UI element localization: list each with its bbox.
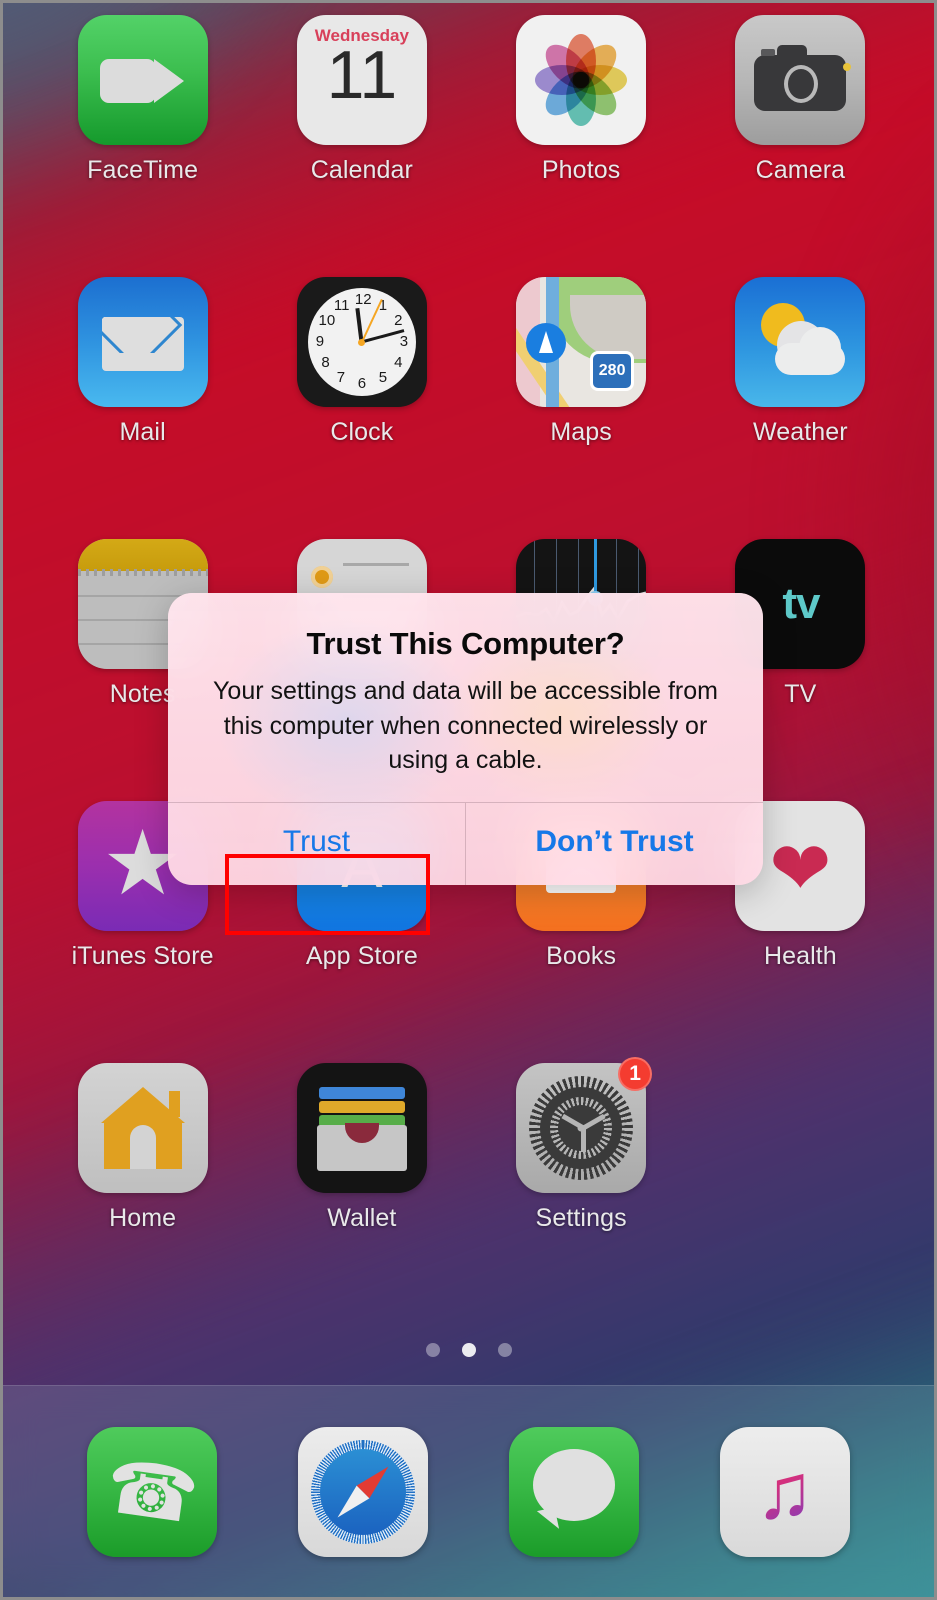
app-label: Photos [541,156,621,184]
app-label: Camera [755,156,846,184]
app-icon-wallet[interactable]: Wallet [252,1063,471,1233]
maps-route-shield: 280 [590,351,635,391]
clock-icon: 12 1 2 3 4 5 6 7 8 9 10 11 [296,277,427,407]
weather-icon [735,277,866,407]
app-icon-weather[interactable]: Weather [691,277,910,447]
dock-icon-safari[interactable] [298,1426,429,1557]
apple-tv-label: tv [782,579,820,628]
app-icon-settings[interactable]: 1 Settings [472,1057,691,1233]
dialog-button-trust[interactable]: Trust [168,803,465,885]
app-label: Books [546,942,617,970]
app-label: Maps [550,418,612,446]
app-icon-home[interactable]: Home [33,1063,252,1233]
notification-badge: 1 [618,1057,653,1091]
app-icon-maps[interactable]: 280 Maps [472,277,691,447]
app-label: Mail [119,418,166,446]
app-label: iTunes Store [71,942,214,970]
app-label: App Store [305,942,418,970]
page-dot-0[interactable] [425,1343,440,1357]
app-label: FaceTime [87,156,199,184]
dialog-button-dont-trust[interactable]: Don’t Trust [466,803,763,885]
page-dots[interactable] [3,1343,934,1357]
app-icon-camera[interactable]: Camera [691,15,910,185]
app-label: Weather [753,418,848,446]
photos-icon [516,15,647,145]
page-dot-1[interactable] [461,1343,476,1357]
home-icon [77,1063,208,1193]
app-label: Home [109,1204,177,1232]
app-label: Wallet [327,1204,397,1232]
maps-icon: 280 [516,277,647,407]
app-icon-photos[interactable]: Photos [472,15,691,185]
app-label: Health [763,942,837,970]
app-icon-mail[interactable]: Mail [33,277,252,447]
camera-icon [735,15,866,145]
app-icon-clock[interactable]: 12 1 2 3 4 5 6 7 8 9 10 11 Clock [252,277,471,447]
app-icon-facetime[interactable]: FaceTime [33,15,252,185]
app-label: Calendar [310,156,413,184]
mail-icon [77,277,208,407]
facetime-icon [77,15,208,145]
iphone-home-screen: FaceTime Wednesday 11 Calendar Photos Camera M… [0,0,937,1600]
dialog-content: Trust This Computer? Your settings and d… [168,593,763,802]
dialog-title: Trust This Computer? [306,626,625,661]
dialog-message: Your settings and data will be accessibl… [213,677,718,774]
dock: ☎ ♫ [3,1385,934,1597]
calendar-day: 11 [326,37,398,113]
calendar-icon: Wednesday 11 [296,15,427,145]
app-label: Clock [330,418,394,446]
app-label: TV [784,680,817,708]
dialog-buttons: Trust Don’t Trust [168,801,763,885]
page-dot-2[interactable] [497,1343,512,1357]
app-icon-calendar[interactable]: Wednesday 11 Calendar [252,15,471,185]
wallet-icon [296,1063,427,1193]
dock-icon-phone[interactable]: ☎ [87,1426,218,1557]
app-label: Notes [109,680,176,708]
dock-icon-messages[interactable] [508,1426,639,1557]
app-label: Settings [535,1204,627,1232]
dock-icon-music[interactable]: ♫ [719,1426,850,1557]
trust-computer-dialog: Trust This Computer? Your settings and d… [168,593,763,885]
